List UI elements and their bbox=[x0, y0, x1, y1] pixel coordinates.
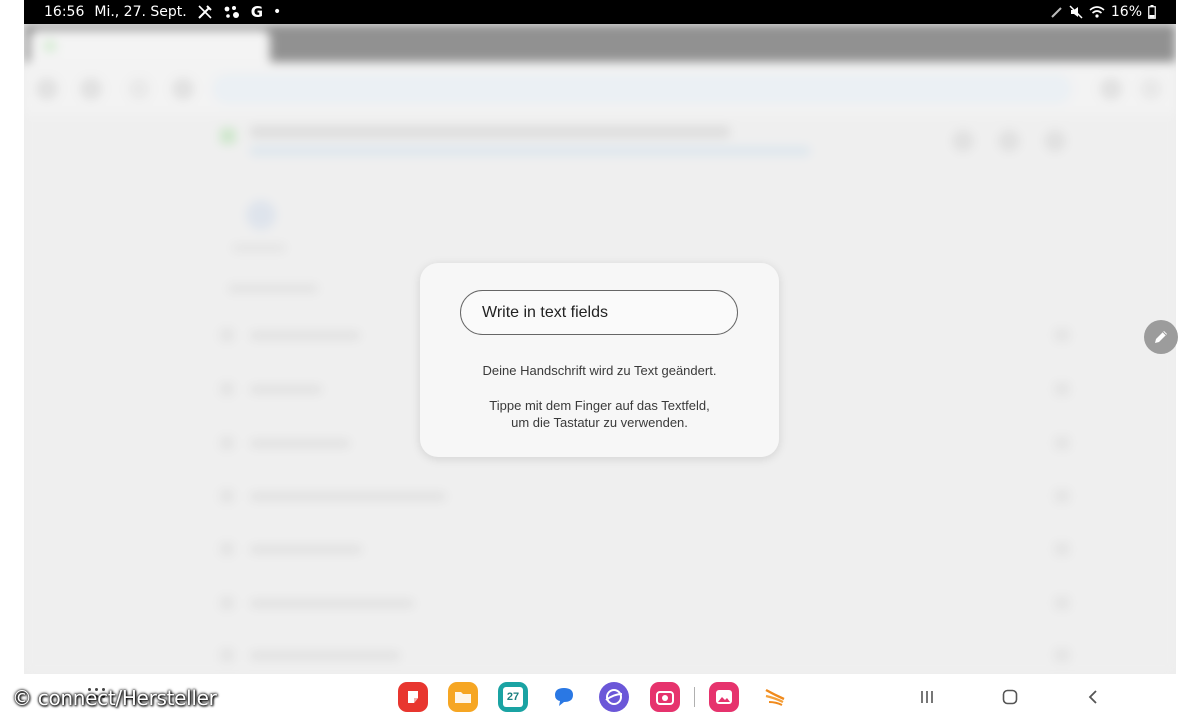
dialog-description: Deine Handschrift wird zu Text geändert. bbox=[482, 363, 717, 378]
camera-app-icon[interactable] bbox=[650, 682, 680, 712]
dialog-hint-line-2: um die Tastatur zu verwenden. bbox=[511, 415, 688, 430]
files-app-icon[interactable] bbox=[448, 682, 478, 712]
assistant-icon bbox=[223, 4, 241, 20]
handwriting-field-text: Write in text fields bbox=[482, 303, 608, 321]
taskbar-divider bbox=[694, 687, 695, 707]
pencil-icon bbox=[1155, 331, 1167, 343]
notes-app-icon[interactable] bbox=[398, 682, 428, 712]
back-icon[interactable] bbox=[1081, 685, 1105, 709]
messages-app-icon[interactable] bbox=[549, 682, 579, 712]
battery-percent: 16% bbox=[1110, 4, 1142, 20]
google-icon: G bbox=[250, 3, 264, 21]
handwriting-demo-field[interactable]: Write in text fields bbox=[460, 290, 738, 335]
watermark: © connect/Hersteller bbox=[12, 686, 217, 710]
swift-app-icon[interactable] bbox=[760, 682, 790, 712]
dialog-hint-line-1: Tippe mit dem Finger auf das Textfeld, bbox=[489, 398, 710, 413]
wifi-icon bbox=[1089, 4, 1105, 20]
calendar-date: 27 bbox=[503, 687, 523, 707]
battery-icon bbox=[1148, 4, 1156, 20]
pen-float-button[interactable] bbox=[1144, 320, 1178, 354]
gallery-app-icon[interactable] bbox=[709, 682, 739, 712]
no-pen-icon bbox=[197, 4, 213, 20]
notification-dot: • bbox=[273, 4, 282, 20]
clock: 16:56 bbox=[44, 4, 85, 20]
handwriting-dialog: Write in text fields Deine Handschrift w… bbox=[420, 263, 779, 457]
pen-icon bbox=[1051, 4, 1063, 20]
mute-icon bbox=[1069, 4, 1083, 20]
recents-icon[interactable] bbox=[915, 685, 939, 709]
dialog-hint: Tippe mit dem Finger auf das Textfeld, u… bbox=[420, 397, 779, 431]
status-bar: 16:56 Mi., 27. Sept. G • 16% bbox=[24, 0, 1176, 24]
internet-app-icon[interactable] bbox=[599, 682, 629, 712]
date: Mi., 27. Sept. bbox=[94, 4, 187, 20]
calendar-app-icon[interactable]: 27 bbox=[498, 682, 528, 712]
home-icon[interactable] bbox=[998, 685, 1022, 709]
